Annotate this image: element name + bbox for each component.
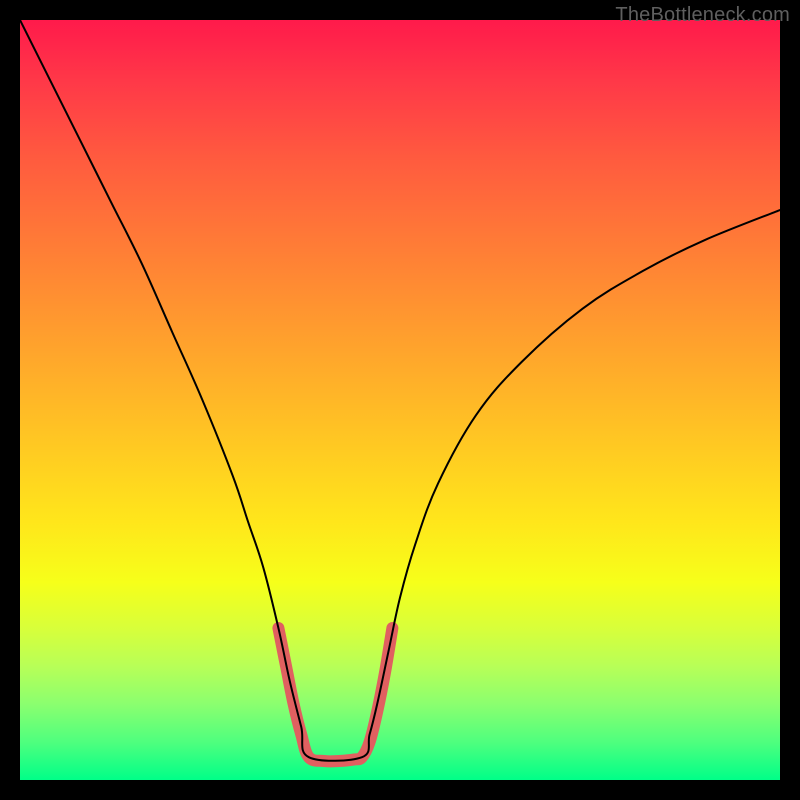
plot-area xyxy=(20,20,780,780)
highlight-segment xyxy=(278,628,392,761)
chart-stage: TheBottleneck.com xyxy=(0,0,800,800)
main-curve xyxy=(20,20,780,761)
watermark-text: TheBottleneck.com xyxy=(615,4,790,27)
curve-layer xyxy=(20,20,780,780)
